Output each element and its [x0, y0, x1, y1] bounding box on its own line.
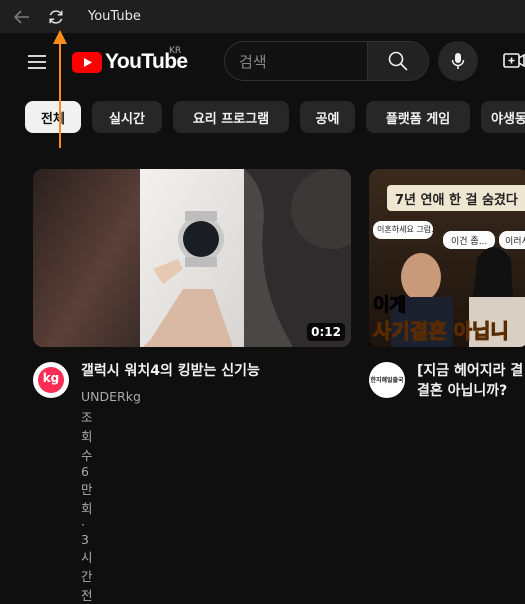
video-title-line-1: [지금 헤어지라 결 [417, 363, 524, 379]
video-title[interactable]: [지금 헤어지라 결 결혼 아닙니까? [417, 361, 525, 401]
overlay-caption-2: 사기결혼 아닙니 [373, 319, 510, 344]
channel-name[interactable]: UNDERkg [81, 389, 141, 404]
overlay-bubble-1: 이혼하세요 그럼... [377, 225, 439, 234]
video-thumbnail[interactable]: 7년 연애 한 걸 숨겼다 이혼하세요 그럼... 이건 좀... 이러시 이게… [369, 169, 525, 347]
channel-avatar[interactable]: 한지혜일출국 [369, 362, 405, 398]
youtube-play-icon [72, 51, 102, 73]
video-meta: 조회수 6만회 · 3시간 전 [81, 410, 93, 603]
chip-live[interactable]: 실시간 [92, 101, 162, 133]
create-button[interactable] [502, 49, 525, 73]
avatar-text: 한지혜일출국 [370, 377, 404, 384]
refresh-icon [49, 9, 63, 24]
channel-avatar[interactable]: kg [33, 362, 69, 398]
refresh-button[interactable] [42, 3, 70, 31]
filter-chips-bar: 전체 실시간 요리 프로그램 공예 플랫폼 게임 야생동 [0, 91, 525, 149]
window-titlebar: YouTube [0, 0, 525, 33]
window-title: YouTube [88, 9, 141, 24]
masthead: YouTube KR 검색 [0, 33, 525, 91]
chip-wildlife[interactable]: 야생동 [481, 101, 525, 133]
search-icon [388, 51, 408, 71]
overlay-bubble-3: 이러시 [505, 237, 525, 247]
thumbnail-image [33, 169, 351, 347]
chip-all[interactable]: 전체 [25, 101, 81, 133]
chip-cooking[interactable]: 요리 프로그램 [173, 101, 289, 133]
country-code: KR [169, 46, 182, 56]
video-duration: 0:12 [307, 323, 345, 341]
youtube-logo[interactable]: YouTube KR [72, 46, 188, 75]
search-button[interactable] [367, 41, 429, 81]
chip-platformer[interactable]: 플랫폼 게임 [366, 101, 470, 133]
search-input[interactable]: 검색 [224, 41, 367, 81]
overlay-caption-1: 이게 [372, 295, 407, 317]
back-arrow-icon [13, 9, 29, 24]
video-title-line-2: 결혼 아닙니까? [417, 383, 508, 399]
video-title[interactable]: 갤럭시 워치4의 킹받는 신기능 [81, 361, 351, 381]
create-icon [503, 53, 525, 68]
menu-icon [28, 55, 46, 69]
menu-button[interactable] [26, 51, 48, 73]
chip-crafts[interactable]: 공예 [300, 101, 355, 133]
video-thumbnail[interactable]: 0:12 [33, 169, 351, 347]
voice-search-button[interactable] [438, 41, 478, 81]
overlay-bubble-2: 이건 좀... [451, 237, 488, 247]
search-placeholder: 검색 [239, 52, 267, 71]
avatar-text: kg [42, 371, 60, 385]
mic-icon [451, 53, 465, 69]
overlay-top-text: 7년 연애 한 걸 숨겼다 [395, 193, 518, 208]
back-button[interactable] [8, 3, 36, 31]
